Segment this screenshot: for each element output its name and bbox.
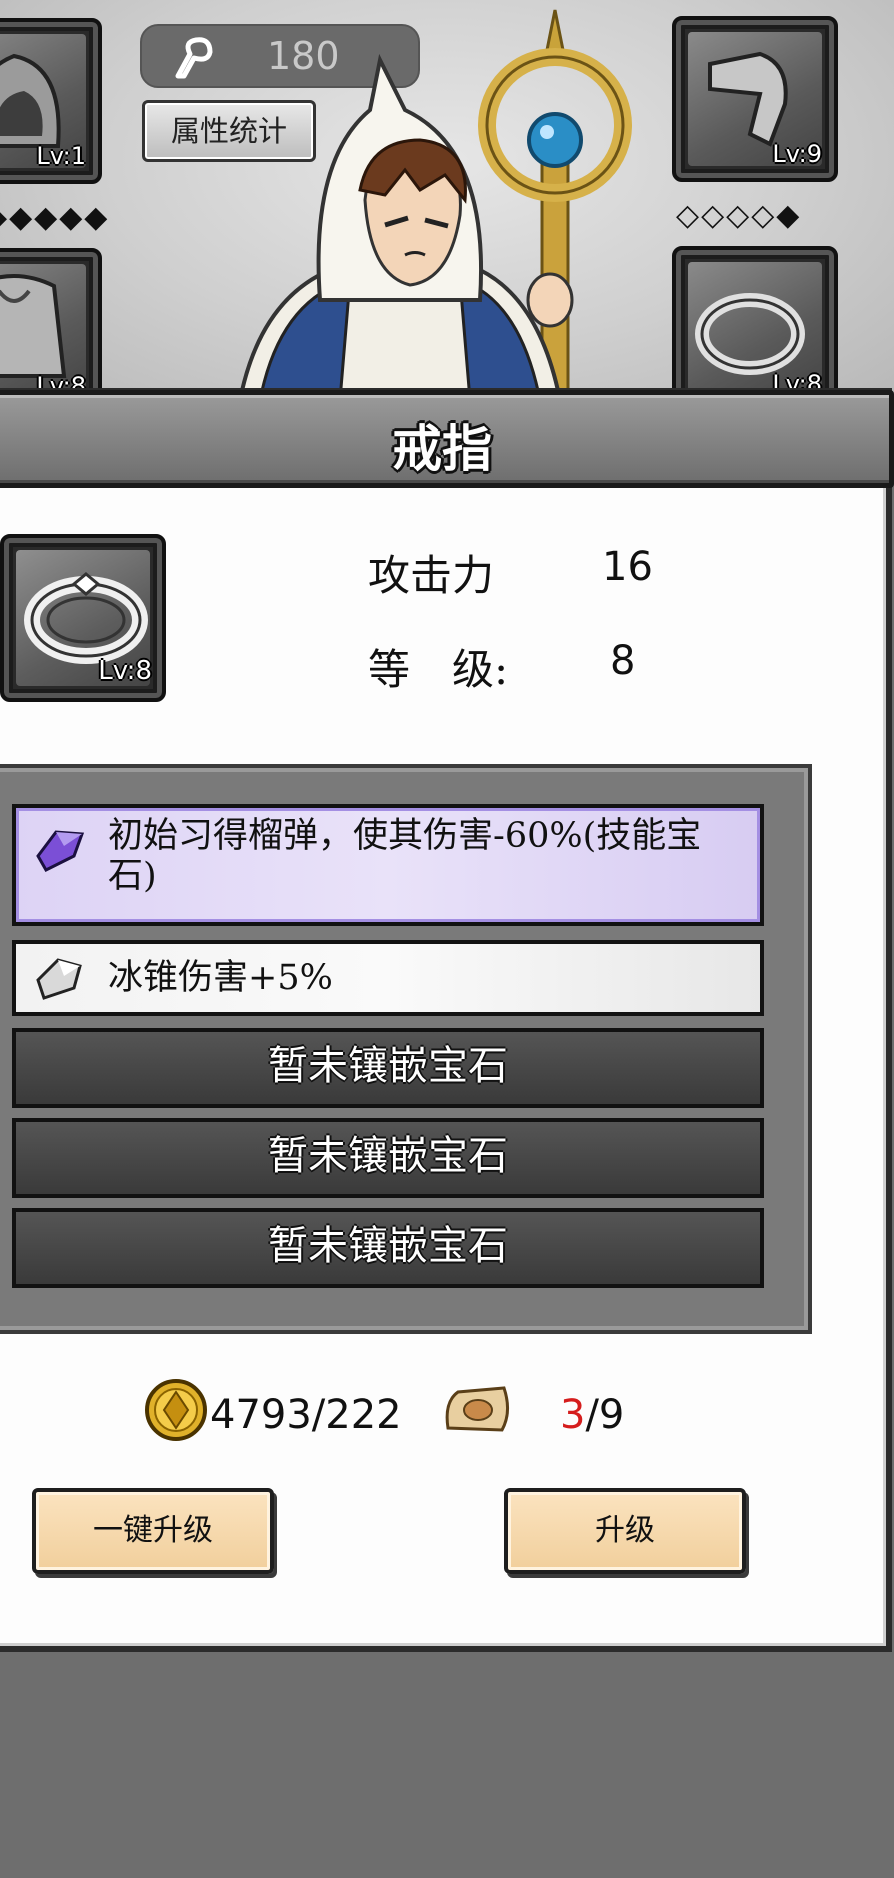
cape-icon: [0, 274, 67, 378]
panel-header: 戒指: [0, 390, 894, 488]
attack-label: 攻击力: [368, 551, 495, 600]
gem-effect-text: 冰锥伤害+5%: [108, 958, 333, 998]
gem-socket-2[interactable]: 冰锥伤害+5%: [12, 940, 764, 1016]
equipment-scene: Lv:1 ◆◆◆◆◆ Lv:8 180 属性统计: [0, 0, 894, 400]
hood-icon: [0, 53, 61, 148]
ring-icon: [24, 572, 148, 664]
scroll-total: /9: [585, 1392, 625, 1438]
key-icon: [175, 37, 213, 79]
scroll-current: 3: [560, 1392, 586, 1438]
scroll-icon: [445, 1386, 509, 1432]
gem-socket-5[interactable]: 暂未镶嵌宝石: [12, 1208, 764, 1288]
gold-amount: 4793/222: [210, 1392, 402, 1438]
one-key-upgrade-button[interactable]: 一键升级: [32, 1488, 274, 1574]
empty-socket-text: 暂未镶嵌宝石: [268, 1133, 508, 1179]
gem-effect-text: 初始习得榴弹，使其伤害-60%(技能宝石): [108, 816, 702, 896]
gold-coin-icon: [145, 1379, 207, 1441]
equip-slot-boots[interactable]: Lv:9: [672, 16, 838, 182]
scroll-count: 3/9: [560, 1392, 624, 1438]
panel-title: 戒指: [392, 419, 492, 478]
mage-character: [237, 9, 632, 400]
empty-socket-text: 暂未镶嵌宝石: [268, 1223, 508, 1269]
slot-level: Lv:1: [36, 142, 86, 170]
equip-slot-body[interactable]: Lv:8: [0, 248, 102, 400]
slot-level: Lv:9: [772, 140, 822, 168]
item-icon-slot: Lv:8: [0, 534, 166, 702]
item-level-badge: Lv:8: [98, 656, 152, 686]
white-gem-icon: [36, 958, 82, 1000]
gem-socket-3[interactable]: 暂未镶嵌宝石: [12, 1028, 764, 1108]
gem-socket-4[interactable]: 暂未镶嵌宝石: [12, 1118, 764, 1198]
equip-slot-ring[interactable]: Lv:8: [672, 246, 838, 400]
level-value: 8: [610, 638, 636, 684]
boots-icon: [708, 51, 788, 147]
equip-slot-head[interactable]: Lv:1: [0, 18, 102, 184]
attack-value: 16: [602, 544, 653, 590]
upgrade-button[interactable]: 升级: [504, 1488, 746, 1574]
gem-socket-1[interactable]: 初始习得榴弹，使其伤害-60%(技能宝石): [12, 804, 764, 926]
slot-stars: ◆◆◆◆◆: [0, 200, 110, 235]
purple-gem-icon: [36, 830, 85, 872]
ring-icon: [695, 293, 805, 375]
level-label: 等 级:: [368, 645, 509, 694]
empty-socket-text: 暂未镶嵌宝石: [268, 1043, 508, 1089]
slot-stars: ◇◇◇◇◆: [676, 198, 802, 233]
